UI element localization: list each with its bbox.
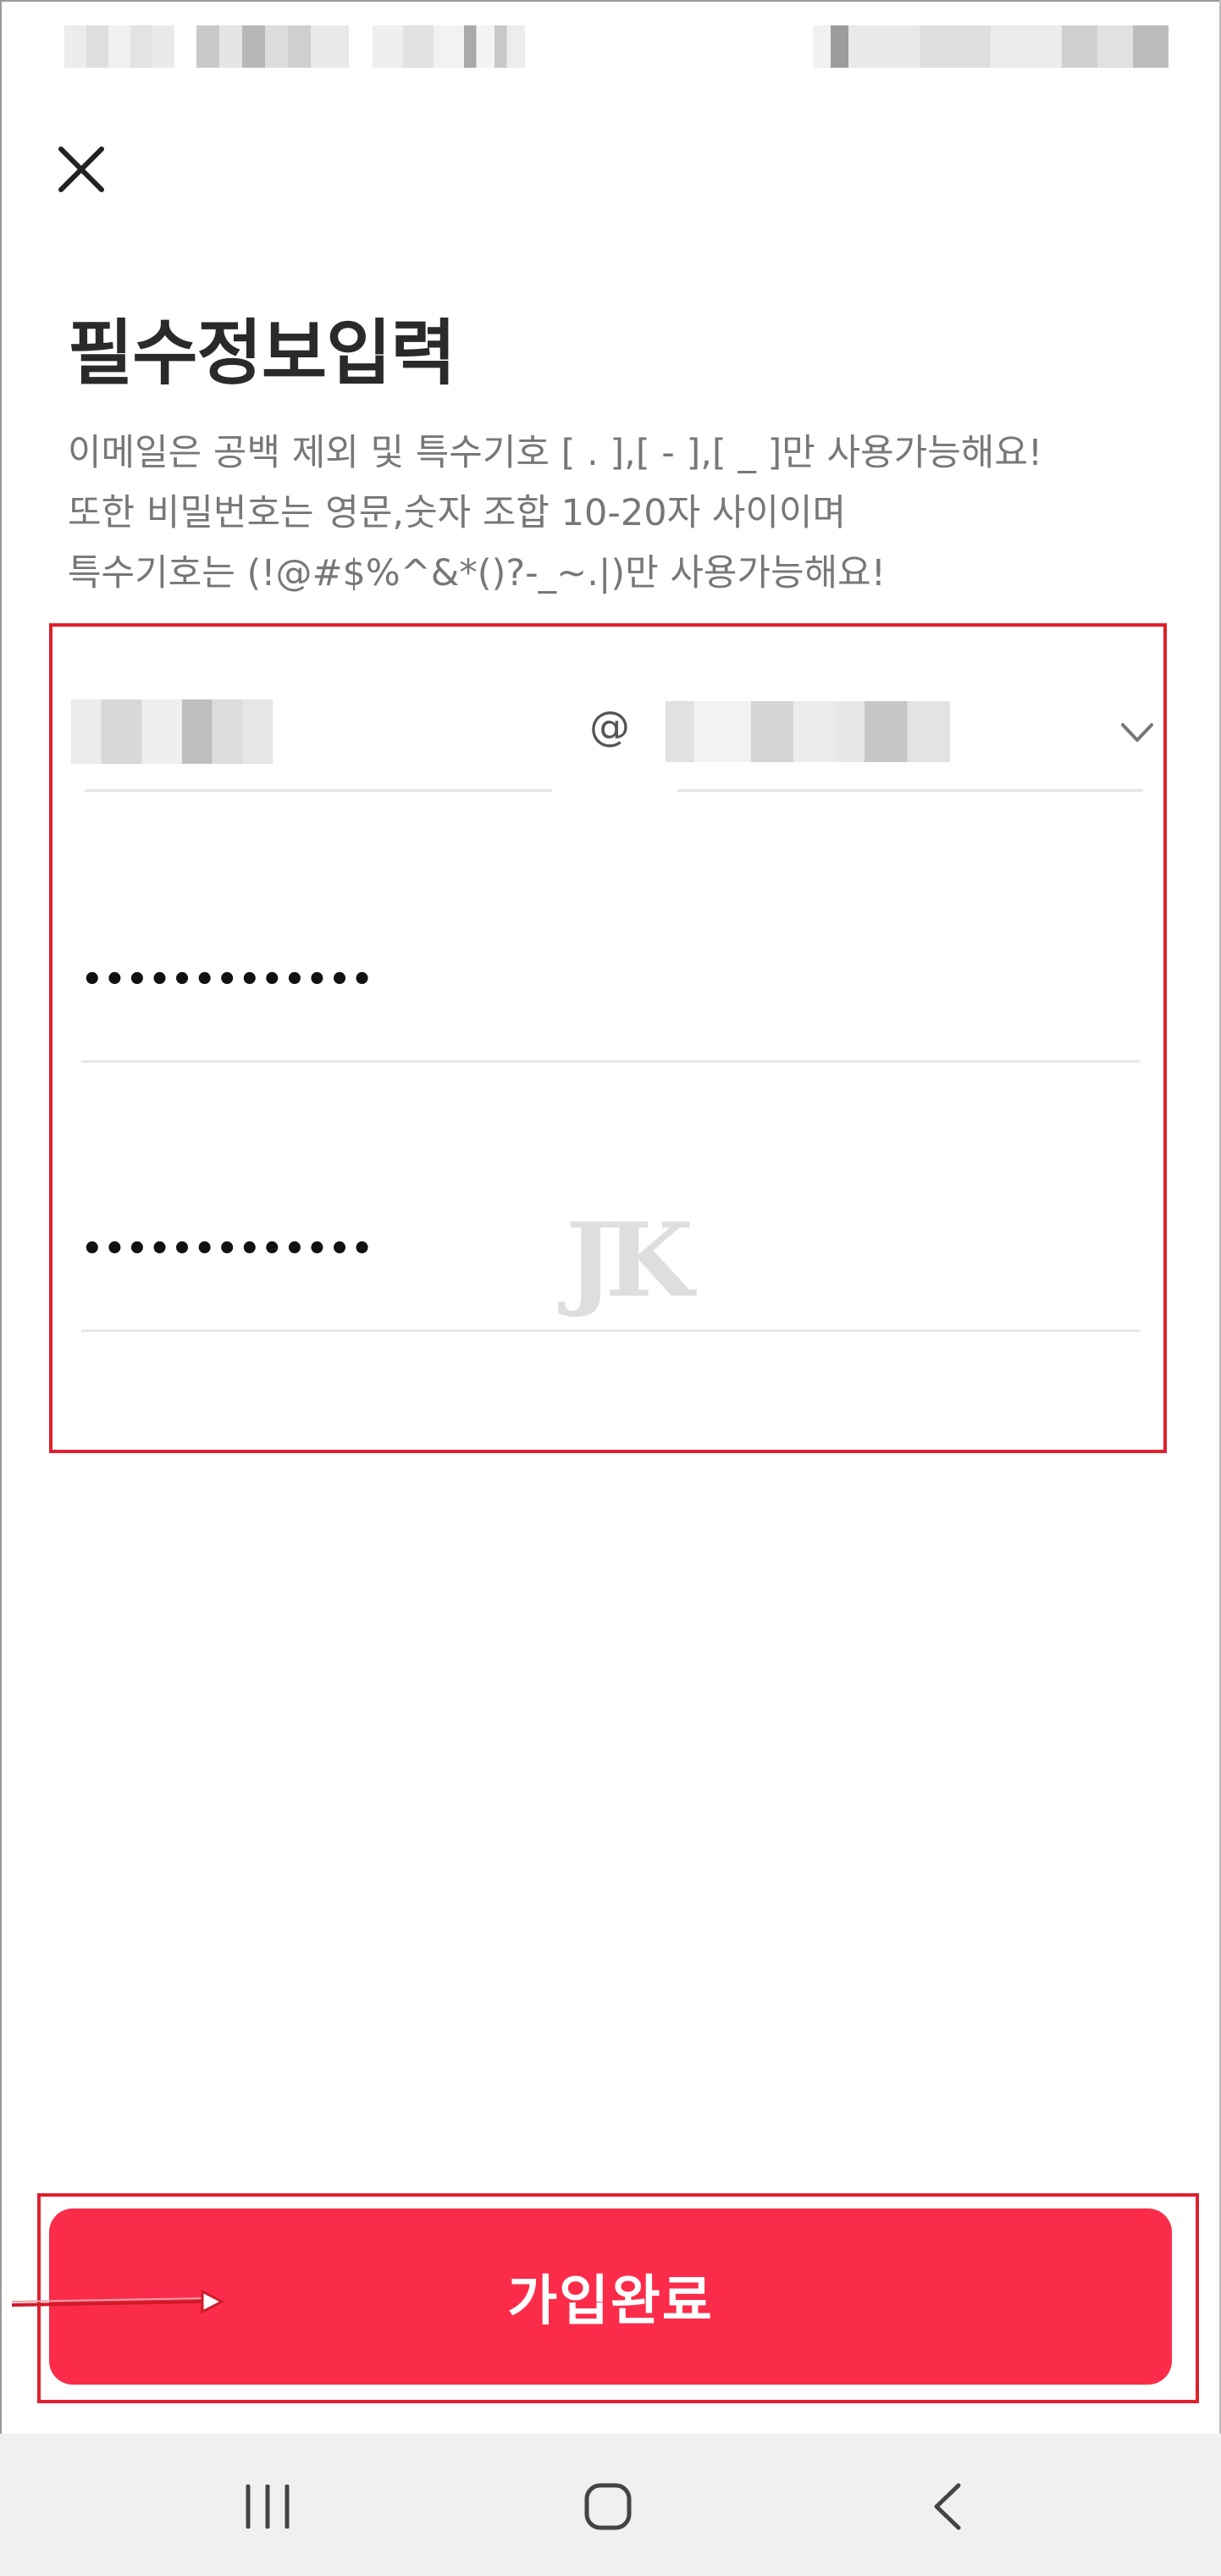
nav-home-button[interactable] bbox=[574, 2474, 642, 2539]
status-bar-redacted-block bbox=[813, 25, 1169, 68]
instructions-line: 특수기호는 (!@#$%^&*()?-_~.|)만 사용가능해요! bbox=[68, 552, 886, 594]
page-title: 필수정보입력 bbox=[68, 312, 456, 395]
email-domain-underline bbox=[677, 789, 1143, 792]
watermark: JK bbox=[566, 1201, 693, 1320]
instructions-line: 또한 비밀번호는 영문,숫자 조합 10-20자 사이이며 bbox=[68, 492, 847, 534]
email-id-input[interactable] bbox=[71, 699, 273, 764]
close-icon bbox=[58, 146, 104, 192]
pointer-arrow-icon bbox=[12, 2289, 224, 2314]
password-confirm-underline bbox=[81, 1329, 1140, 1332]
password-input[interactable]: ••••••••••••• bbox=[81, 960, 1140, 1036]
password-underline bbox=[81, 1060, 1140, 1063]
home-icon bbox=[584, 2483, 632, 2530]
status-bar-redacted-block bbox=[196, 25, 349, 68]
status-bar-redacted-block bbox=[373, 25, 525, 68]
status-bar bbox=[0, 0, 1221, 110]
recents-icon bbox=[246, 2485, 290, 2529]
status-bar-redacted-block bbox=[64, 25, 174, 68]
frame-border-left bbox=[0, 0, 2, 2576]
chevron-down-icon[interactable] bbox=[1118, 716, 1157, 750]
nav-back-button[interactable] bbox=[913, 2474, 981, 2539]
system-nav-bar bbox=[0, 2434, 1221, 2576]
email-domain-select[interactable] bbox=[666, 701, 950, 762]
nav-recents-button[interactable] bbox=[234, 2474, 301, 2539]
instructions-line: 이메일은 공백 제외 및 특수기호 [ . ],[ - ],[ _ ]만 사용가… bbox=[68, 432, 1043, 474]
at-sign: @ bbox=[589, 703, 630, 750]
close-button[interactable] bbox=[49, 137, 113, 202]
instructions-text: 이메일은 공백 제외 및 특수기호 [ . ],[ - ],[ _ ]만 사용가… bbox=[68, 423, 1152, 604]
email-id-underline bbox=[85, 789, 552, 792]
back-icon bbox=[934, 2483, 961, 2530]
